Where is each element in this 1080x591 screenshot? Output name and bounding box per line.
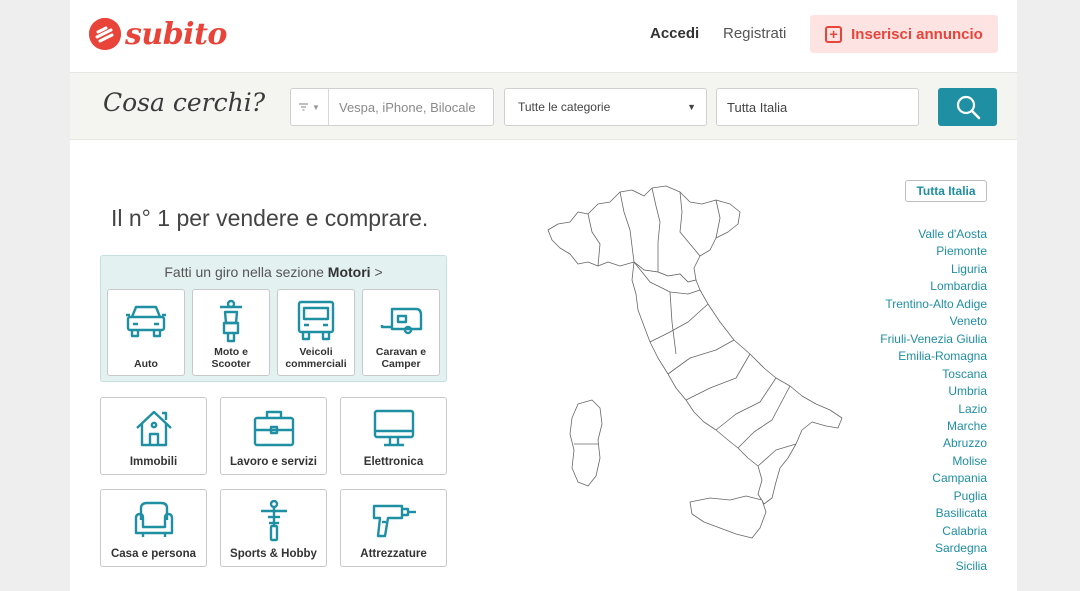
motori-link-arrow: > — [370, 264, 383, 280]
category-card-label: Casa e persona — [110, 548, 196, 560]
category-card-label-line2: Camper — [381, 358, 421, 370]
category-card-veicoli[interactable]: Veicoli commerciali — [277, 289, 355, 376]
monitor-icon — [373, 409, 414, 447]
category-card-elettronica[interactable]: Elettronica — [340, 397, 447, 475]
category-card-moto[interactable]: Moto e Scooter — [192, 289, 270, 376]
category-card-label-line1: Caravan e — [375, 346, 427, 358]
category-select-value: Tutte le categorie — [518, 100, 611, 114]
category-card-label-line2: commerciali — [285, 358, 347, 370]
caret-down-icon: ▼ — [312, 102, 320, 112]
map-region-north — [547, 185, 741, 283]
search-title: Cosa cerchi? — [103, 88, 266, 117]
post-ad-button[interactable]: + Inserisci annuncio — [810, 15, 998, 53]
region-link[interactable]: Toscana — [857, 366, 987, 383]
briefcase-icon — [253, 410, 294, 447]
region-link[interactable]: Sicilia — [857, 558, 987, 575]
region-link[interactable]: Campania — [857, 470, 987, 487]
map-region-sardegna — [569, 399, 603, 487]
location-input[interactable]: Tutta Italia — [716, 88, 919, 126]
category-card-label: Lavoro e servizi — [230, 456, 317, 468]
motori-link-prefix: Fatti un giro nella sezione — [164, 264, 328, 280]
logo-text: subito — [125, 16, 227, 52]
search-icon — [956, 95, 980, 120]
region-link[interactable]: Umbria — [857, 383, 987, 400]
region-link[interactable]: Molise — [857, 453, 987, 470]
map-region-sicilia — [689, 495, 767, 539]
all-italy-button[interactable]: Tutta Italia — [905, 180, 987, 202]
subito-logo[interactable]: subito — [89, 14, 227, 54]
chevron-down-icon: ▼ — [687, 102, 696, 112]
page-container: subito Accedi Registrati + Inserisci ann… — [70, 0, 1017, 591]
region-link[interactable]: Marche — [857, 418, 987, 435]
search-input[interactable] — [329, 89, 493, 125]
region-link[interactable]: Lazio — [857, 401, 987, 418]
search-bar: Cosa cerchi? ▼ Tutte le categorie ▼ Tutt… — [70, 72, 1017, 140]
query-box: ▼ — [290, 88, 494, 126]
house-icon — [135, 410, 172, 447]
category-card-caravan[interactable]: Caravan e Camper — [362, 289, 440, 376]
region-link[interactable]: Abruzzo — [857, 435, 987, 452]
category-card-label: Attrezzature — [360, 548, 427, 560]
category-card-auto[interactable]: Auto — [107, 289, 185, 376]
post-ad-label: Inserisci annuncio — [851, 25, 983, 43]
region-link[interactable]: Puglia — [857, 488, 987, 505]
motori-link-name: Motori — [327, 264, 371, 280]
category-card-label-line1: Auto — [134, 358, 158, 370]
category-card-label: Sports & Hobby — [230, 548, 317, 560]
category-card-label: Elettronica — [363, 456, 424, 468]
region-link[interactable]: Liguria — [857, 261, 987, 278]
van-icon — [297, 300, 335, 341]
category-card-label-line2: Scooter — [211, 358, 251, 370]
login-link[interactable]: Accedi — [650, 25, 699, 42]
logo-mark-icon — [89, 18, 121, 50]
bicycle-icon — [260, 500, 287, 542]
category-card-label: Immobili — [129, 456, 178, 468]
category-card-label: Moto e Scooter — [193, 346, 269, 370]
motori-section: Fatti un giro nella sezione Motori > Aut… — [100, 255, 447, 382]
region-link[interactable]: Emilia-Romagna — [857, 348, 987, 365]
region-link[interactable]: Piemonte — [857, 243, 987, 260]
category-card-sports[interactable]: Sports & Hobby — [220, 489, 327, 567]
region-link[interactable]: Friuli-Venezia Giulia — [857, 331, 987, 348]
map-region-center — [631, 261, 843, 505]
category-card-label: Auto — [108, 358, 184, 370]
category-card-lavoro[interactable]: Lavoro e servizi — [220, 397, 327, 475]
motori-section-link[interactable]: Fatti un giro nella sezione Motori > — [101, 264, 446, 280]
plus-icon: + — [825, 25, 843, 43]
region-link[interactable]: Veneto — [857, 313, 987, 330]
drill-icon — [372, 504, 416, 538]
armchair-icon — [134, 501, 173, 537]
register-link[interactable]: Registrati — [723, 25, 786, 42]
caravan-icon — [380, 307, 423, 335]
category-card-casa[interactable]: Casa e persona — [100, 489, 207, 567]
category-card-immobili[interactable]: Immobili — [100, 397, 207, 475]
tagline: Il n° 1 per vendere e comprare. — [111, 205, 429, 231]
region-list: Valle d'Aosta Piemonte Liguria Lombardia… — [857, 226, 987, 575]
search-button[interactable] — [938, 88, 997, 126]
filter-dropdown-toggle[interactable]: ▼ — [291, 89, 329, 125]
region-link[interactable]: Basilicata — [857, 505, 987, 522]
scooter-icon — [220, 299, 242, 343]
region-link[interactable]: Sardegna — [857, 540, 987, 557]
category-card-label: Veicoli commerciali — [278, 346, 354, 370]
region-link[interactable]: Calabria — [857, 523, 987, 540]
italy-map[interactable] — [540, 182, 870, 562]
site-header: subito Accedi Registrati + Inserisci ann… — [70, 0, 1017, 72]
category-select[interactable]: Tutte le categorie ▼ — [504, 88, 707, 126]
filter-icon — [299, 103, 309, 111]
category-card-attrezzature[interactable]: Attrezzature — [340, 489, 447, 567]
car-icon — [126, 305, 166, 338]
category-card-label: Caravan e Camper — [363, 346, 439, 370]
category-card-label-line1: Veicoli — [299, 346, 333, 358]
category-card-label-line1: Moto e — [214, 346, 248, 358]
region-link[interactable]: Lombardia — [857, 278, 987, 295]
region-link[interactable]: Trentino-Alto Adige — [857, 296, 987, 313]
region-link[interactable]: Valle d'Aosta — [857, 226, 987, 243]
